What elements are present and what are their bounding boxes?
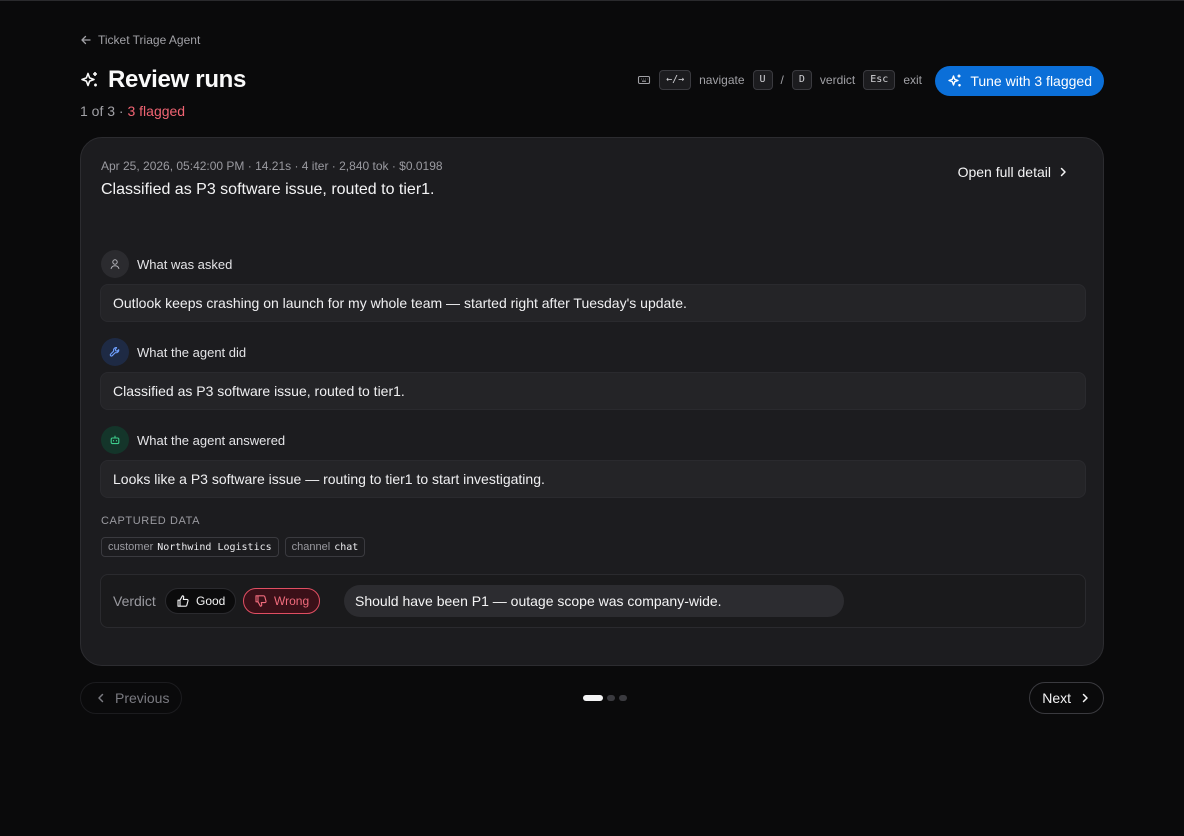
back-link-label: Ticket Triage Agent — [98, 33, 201, 47]
keyboard-icon — [637, 73, 651, 87]
answered-heading: What the agent answered — [137, 432, 286, 448]
tune-button-label: Tune with 3 flagged — [970, 73, 1092, 89]
did-heading: What the agent did — [137, 344, 247, 360]
field-value: Northwind Logistics — [157, 541, 272, 553]
run-position: 1 of 3 — [80, 103, 116, 119]
wrench-icon — [109, 347, 120, 357]
back-link[interactable]: Ticket Triage Agent — [80, 33, 200, 47]
open-detail-link[interactable]: Open full detail — [958, 164, 1069, 180]
captured-field-chip: customer Northwind Logistics — [101, 537, 279, 557]
page-header: Review runs — [80, 66, 246, 94]
captured-field-chip: channel chat — [284, 537, 366, 557]
good-button[interactable]: Good — [165, 588, 237, 614]
previous-label: Previous — [115, 690, 170, 706]
did-message: Classified as P3 software issue, routed … — [100, 372, 1086, 410]
tool-avatar — [101, 338, 129, 366]
chevron-left-icon — [98, 693, 104, 703]
answered-header: What the agent answered — [101, 426, 285, 454]
run-card: Apr 25, 2026, 05:42:00 PM · 14.21s · 4 i… — [80, 137, 1104, 666]
asked-message: Outlook keeps crashing on launch for my … — [100, 284, 1086, 322]
captured-data-chips: customer Northwind Logistics channel cha… — [101, 537, 366, 557]
keyboard-shortcuts: ←/→ navigate U / D verdict Esc exit — [637, 70, 922, 90]
pager-dot[interactable] — [619, 695, 627, 701]
previous-button[interactable]: Previous — [80, 682, 183, 714]
tune-button[interactable]: Tune with 3 flagged — [935, 66, 1104, 96]
pager-dots — [583, 695, 627, 701]
good-button-label: Good — [196, 594, 226, 608]
bot-avatar — [101, 426, 129, 454]
verdict-note-input[interactable] — [344, 585, 844, 617]
navigate-key: ←/→ — [659, 70, 692, 90]
field-value: chat — [334, 541, 359, 553]
next-label: Next — [1042, 690, 1071, 706]
field-key: channel — [291, 541, 331, 553]
asked-heading: What was asked — [137, 256, 233, 272]
exit-hint: exit — [903, 73, 922, 87]
open-detail-label: Open full detail — [957, 164, 1051, 180]
wrong-button[interactable]: Wrong — [243, 588, 321, 614]
top-border — [0, 0, 1184, 1]
key-slash: / — [780, 73, 784, 87]
verdict-label: Verdict — [113, 593, 156, 609]
next-button[interactable]: Next — [1029, 682, 1104, 714]
verdict-hint: verdict — [819, 73, 856, 87]
thumbs-up-icon — [177, 595, 189, 607]
captured-data-label: CAPTURED DATA — [101, 515, 201, 527]
navigate-hint: navigate — [699, 73, 745, 87]
down-key: D — [791, 70, 812, 90]
pager-dot[interactable] — [583, 695, 603, 701]
page-title: Review runs — [108, 66, 247, 93]
run-counter: 1 of 3 · 3 flagged — [80, 103, 185, 119]
answered-message: Looks like a P3 software issue — routing… — [100, 460, 1086, 498]
sparkles-icon — [81, 72, 97, 87]
bot-icon — [110, 435, 120, 445]
field-key: customer — [108, 541, 154, 553]
run-meta: Apr 25, 2026, 05:42:00 PM · 14.21s · 4 i… — [101, 159, 443, 173]
wrong-button-label: Wrong — [274, 594, 310, 608]
up-key: U — [752, 70, 773, 90]
pager-dot[interactable] — [607, 695, 615, 701]
user-icon — [110, 259, 120, 269]
user-avatar — [101, 250, 129, 278]
esc-key: Esc — [863, 70, 896, 90]
thumbs-down-icon — [255, 595, 267, 607]
verdict-panel: Verdict Good Wrong — [100, 574, 1086, 628]
asked-header: What was asked — [101, 250, 232, 278]
did-header: What the agent did — [101, 338, 246, 366]
run-summary: Classified as P3 software issue, routed … — [101, 181, 435, 198]
chevron-right-icon — [1082, 693, 1088, 703]
flagged-count: 3 flagged — [127, 103, 186, 119]
counter-separator: · — [115, 103, 128, 119]
arrow-left-icon — [81, 35, 91, 45]
chevron-right-icon — [1060, 167, 1066, 177]
sparkles-icon — [948, 74, 962, 87]
